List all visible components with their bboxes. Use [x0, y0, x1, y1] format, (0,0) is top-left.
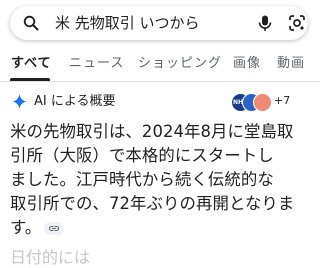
ai-overview-line: す。	[10, 216, 316, 240]
ai-overview-line: 米の先物取引は、2024年8月に堂島取	[10, 122, 294, 141]
search-input[interactable]: 米 先物取引 いつから	[55, 13, 200, 33]
ai-overview-line: 取引所での、72年ぶりの再開となりま	[10, 194, 295, 213]
ai-overview-header: AI による概要 NHK +7	[10, 92, 310, 112]
citation-link-button[interactable]	[44, 222, 65, 235]
tabs-divider	[0, 81, 320, 82]
tab-all[interactable]: すべて	[11, 55, 52, 73]
source-count[interactable]: +7	[274, 94, 290, 107]
source-icons[interactable]: NHK +7	[231, 92, 311, 112]
search-bar[interactable]: 米 先物取引 いつから	[10, 6, 308, 40]
ai-overview-text: 米の先物取引は、2024年8月に堂島取 引所（大阪）で本格的にスタートし ました…	[10, 120, 316, 240]
search-tabs: すべて ニュース ショッピング 画像 動画	[0, 50, 320, 82]
tab-images[interactable]: 画像	[233, 55, 261, 73]
search-icon	[23, 15, 39, 31]
tab-shopping[interactable]: ショッピング	[138, 55, 222, 73]
tab-news[interactable]: ニュース	[69, 55, 124, 73]
source-favicon-icon[interactable]	[253, 93, 272, 112]
link-icon	[49, 225, 60, 232]
google-lens-icon[interactable]	[288, 14, 306, 32]
ai-overview-line: 引所（大阪）で本格的にスタートし	[10, 146, 274, 165]
ai-sparkle-icon	[12, 94, 27, 109]
microphone-icon[interactable]	[256, 14, 274, 32]
ai-overview-line-end: す。	[10, 218, 42, 237]
ai-overview-title: AI による概要	[34, 94, 116, 109]
next-section-partial: 日付的には	[10, 248, 91, 267]
tab-videos[interactable]: 動画	[277, 55, 305, 73]
ai-overview-line: ました。江戸時代から続く伝統的な	[10, 170, 274, 189]
